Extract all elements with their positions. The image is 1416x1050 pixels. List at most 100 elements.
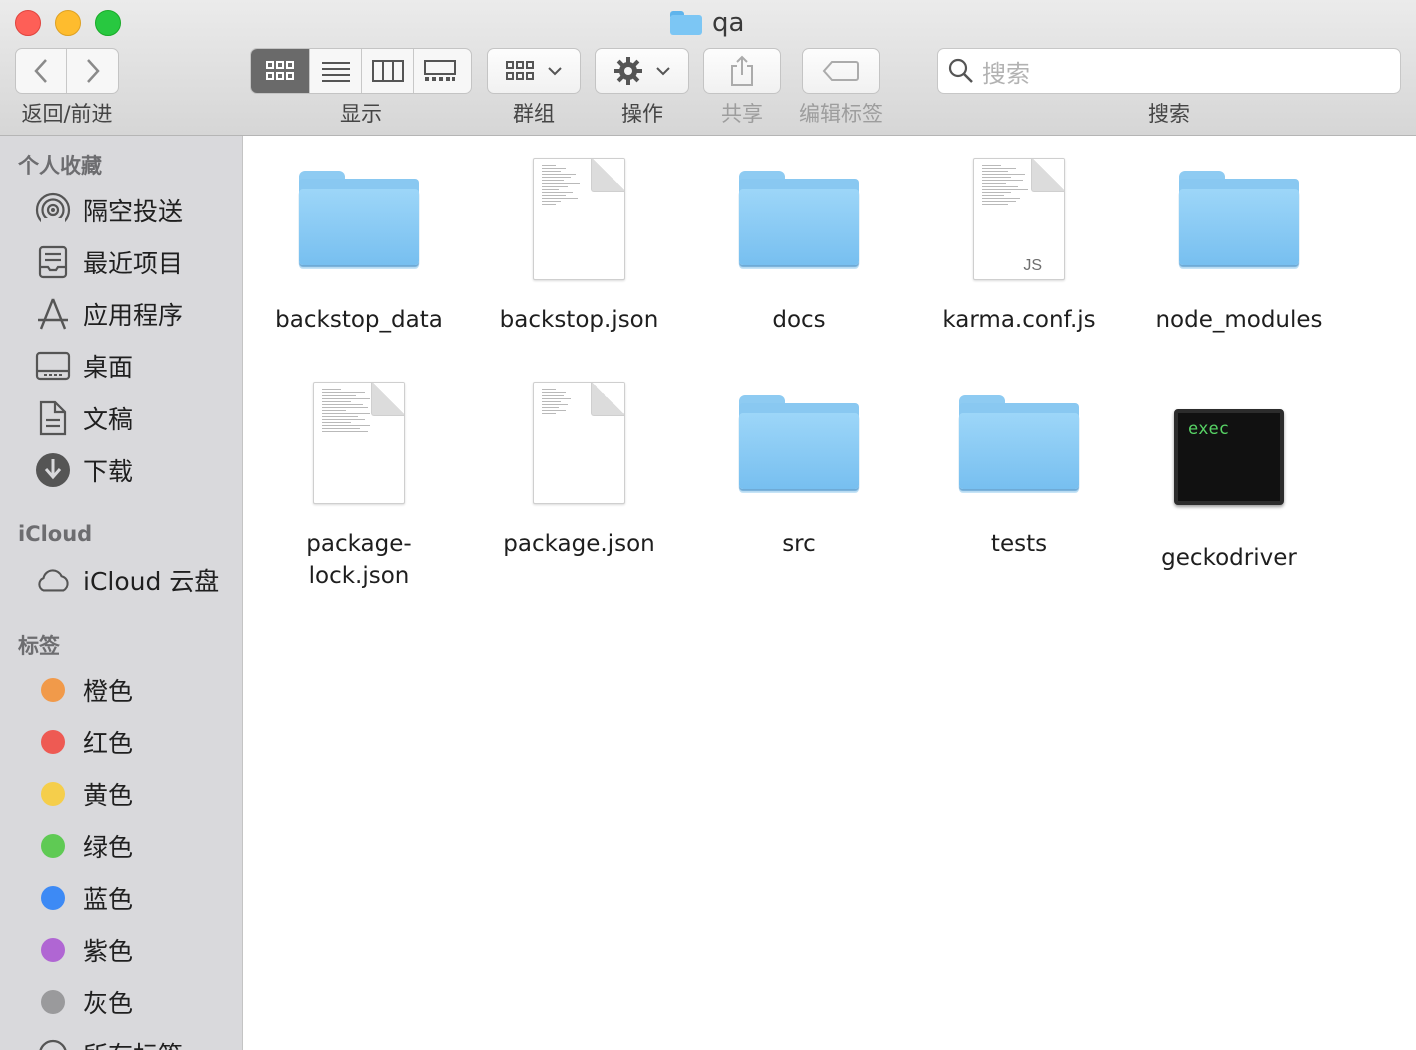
window-toolbar: qa 返回/前进 显示 群组 操作 共享 编辑标签 搜索 搜索: [0, 0, 1416, 136]
action-button[interactable]: [595, 48, 689, 94]
sidebar-item-label: 黄色: [83, 781, 134, 810]
file-name: backstop.json: [499, 307, 659, 333]
tag-icon: [822, 61, 859, 81]
sidebar-tag-red[interactable]: 红色: [35, 720, 133, 764]
icon-view-button[interactable]: [251, 49, 310, 93]
view-label: 显示: [340, 102, 382, 126]
file-name: src: [782, 531, 816, 557]
gear-icon: [614, 57, 642, 85]
search-label: 搜索: [1148, 102, 1190, 126]
red-tag-icon: [41, 730, 65, 754]
columns-icon: [371, 60, 404, 82]
orange-tag-icon: [41, 678, 65, 702]
icon-grid-icon: [266, 61, 294, 80]
json-document-icon: [533, 382, 625, 504]
purple-tag-icon: [41, 938, 65, 962]
documents-icon: [35, 400, 71, 436]
list-icon: [321, 62, 350, 82]
file-item[interactable]: backstop_data: [259, 154, 459, 336]
nav-label: 返回/前进: [21, 102, 113, 126]
recents-icon: [35, 244, 71, 280]
group-grid-icon: [506, 61, 534, 80]
sidebar-item-label: 下载: [83, 457, 134, 486]
sidebar: 个人收藏 隔空投送 最近项目 应用程序 桌面 文稿 下载 iCloud iClo…: [0, 136, 243, 1050]
sidebar-item-label: 桌面: [83, 353, 134, 382]
file-item[interactable]: node_modules: [1139, 154, 1339, 336]
file-item[interactable]: package.json: [479, 378, 679, 560]
sidebar-item-desktop[interactable]: 桌面: [35, 344, 133, 388]
sidebar-item-recents[interactable]: 最近项目: [35, 240, 183, 284]
sidebar-tag-purple[interactable]: 紫色: [35, 928, 133, 972]
json-document-icon: [533, 158, 625, 280]
edit-tags-label: 编辑标签: [799, 102, 883, 126]
gallery-icon: [424, 60, 456, 81]
airdrop-icon: [35, 192, 71, 228]
window-title: qa: [670, 8, 744, 38]
sidebar-item-label: 文稿: [83, 405, 134, 434]
sidebar-item-applications[interactable]: 应用程序: [35, 292, 183, 336]
sidebar-item-documents[interactable]: 文稿: [35, 396, 133, 440]
sidebar-item-label: 蓝色: [83, 885, 134, 914]
sidebar-item-label: 橙色: [83, 677, 134, 706]
file-browser: backstop_data backstop.json docs JS karm…: [244, 136, 1416, 1050]
cloud-icon: [35, 562, 71, 598]
file-name: tests: [990, 531, 1048, 557]
file-item[interactable]: tests: [919, 378, 1119, 560]
sidebar-item-label: 隔空投送: [83, 197, 184, 226]
sidebar-tag-gray[interactable]: 灰色: [35, 980, 133, 1024]
green-tag-icon: [41, 834, 65, 858]
sidebar-item-icloud-drive[interactable]: iCloud 云盘: [35, 558, 219, 602]
file-item[interactable]: backstop.json: [479, 154, 679, 336]
downloads-icon: [35, 452, 71, 488]
sidebar-tag-green[interactable]: 绿色: [35, 824, 133, 868]
folder-icon: [670, 11, 702, 35]
file-item[interactable]: package-lock.json: [259, 378, 459, 592]
forward-button[interactable]: [67, 49, 118, 93]
chevron-down-icon: [656, 67, 670, 76]
zoom-window-button[interactable]: [95, 10, 121, 36]
sidebar-item-label: 紫色: [83, 937, 134, 966]
view-mode-control: [250, 48, 472, 94]
group-label: 群组: [513, 102, 555, 126]
folder-icon: [739, 395, 859, 491]
file-name: backstop_data: [275, 307, 443, 333]
sidebar-item-label: iCloud 云盘: [83, 567, 220, 596]
sidebar-item-downloads[interactable]: 下载: [35, 448, 133, 492]
file-name: package.json: [503, 531, 655, 557]
sidebar-tag-blue[interactable]: 蓝色: [35, 876, 133, 920]
sidebar-item-airdrop[interactable]: 隔空投送: [35, 188, 183, 232]
file-item[interactable]: docs: [699, 154, 899, 336]
list-view-button[interactable]: [310, 49, 362, 93]
sidebar-item-all-tags[interactable]: 所有标签…: [35, 1032, 208, 1050]
sidebar-tag-yellow[interactable]: 黄色: [35, 772, 133, 816]
javascript-document-icon: JS: [973, 158, 1065, 280]
gallery-view-button[interactable]: [414, 49, 466, 93]
folder-icon: [959, 395, 1079, 491]
icloud-header: iCloud: [18, 522, 93, 546]
sidebar-tag-orange[interactable]: 橙色: [35, 668, 133, 712]
json-document-icon: [313, 382, 405, 504]
sidebar-item-label: 红色: [83, 729, 134, 758]
favorites-header: 个人收藏: [18, 154, 102, 178]
search-placeholder: 搜索: [982, 59, 1030, 88]
share-icon: [731, 55, 753, 86]
search-field[interactable]: 搜索: [937, 48, 1401, 94]
sidebar-item-label: 所有标签…: [83, 1036, 208, 1050]
minimize-window-button[interactable]: [55, 10, 81, 36]
applications-icon: [35, 296, 71, 332]
all-tags-icon: [35, 1036, 71, 1050]
file-item[interactable]: exec geckodriver: [1129, 392, 1329, 574]
js-badge: JS: [1023, 257, 1042, 274]
search-icon: [948, 58, 973, 83]
file-name: docs: [772, 307, 826, 333]
close-window-button[interactable]: [15, 10, 41, 36]
file-item[interactable]: JS karma.conf.js: [919, 154, 1119, 336]
file-item[interactable]: src: [699, 378, 899, 560]
column-view-button[interactable]: [362, 49, 414, 93]
chevron-left-icon: [34, 59, 47, 83]
edit-tags-button[interactable]: [802, 48, 880, 94]
group-button[interactable]: [487, 48, 581, 94]
share-button[interactable]: [703, 48, 781, 94]
back-button[interactable]: [16, 49, 68, 93]
file-name: package-lock.json: [306, 531, 412, 589]
